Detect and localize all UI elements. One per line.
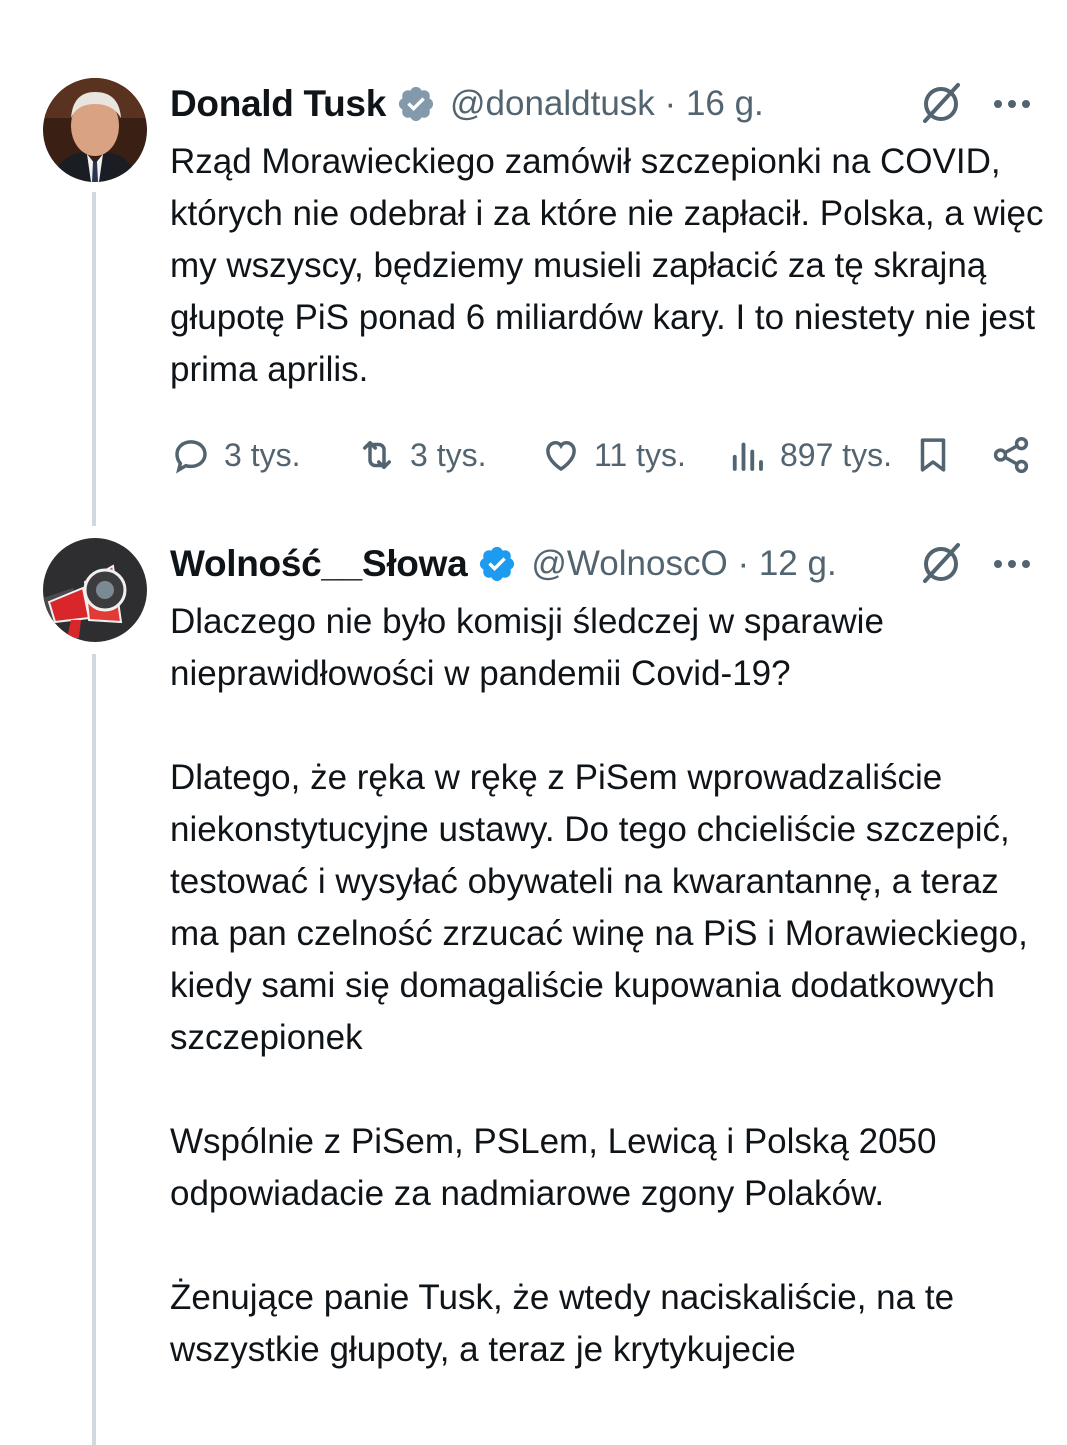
handle[interactable]: @donaldtusk — [450, 84, 655, 123]
reply-button[interactable]: 3 tys. — [170, 430, 300, 480]
repost-button[interactable]: 3 tys. — [356, 430, 486, 480]
tweet-header: Donald Tusk @donaldtusk · 16 g. — [170, 78, 764, 130]
verified-badge-icon[interactable] — [477, 544, 517, 584]
handle[interactable]: @WolnoscO — [531, 544, 727, 583]
thread-line — [92, 654, 96, 1445]
more-options-icon[interactable] — [992, 558, 1032, 570]
heart-icon — [546, 440, 576, 472]
more-options-icon[interactable] — [992, 98, 1032, 110]
tweet-actions: 3 tys. 3 tys. 11 tys. 897 tys. — [170, 430, 1040, 480]
reply-count: 3 tys. — [224, 436, 301, 473]
tweet-header: Wolność__Słowa @WolnoscO · 12 g. — [170, 538, 837, 590]
grok-icon[interactable] — [918, 540, 964, 586]
separator: · — [664, 84, 677, 123]
repost-icon — [363, 441, 391, 469]
share-button[interactable] — [990, 430, 1032, 480]
repost-count: 3 tys. — [410, 436, 487, 473]
avatar[interactable] — [43, 538, 147, 642]
handle-time: @donaldtusk · 16 g. — [450, 84, 764, 124]
views-icon — [732, 442, 763, 471]
tweet-text: Dlaczego nie było komisji śledczej w spa… — [170, 602, 1028, 1369]
share-icon — [993, 436, 1029, 474]
like-button[interactable]: 11 tys. — [540, 430, 686, 480]
author-name[interactable]: Donald Tusk — [170, 83, 386, 125]
verified-badge-icon[interactable] — [396, 84, 436, 124]
separator: · — [737, 544, 750, 583]
timestamp[interactable]: 16 g. — [686, 84, 764, 123]
reply-icon — [175, 440, 207, 474]
avatar[interactable] — [43, 78, 147, 182]
timestamp[interactable]: 12 g. — [759, 544, 837, 583]
thread-line — [92, 192, 96, 526]
bookmark-button[interactable] — [912, 430, 954, 480]
handle-time: @WolnoscO · 12 g. — [531, 544, 836, 584]
views-count: 897 tys. — [780, 436, 893, 473]
grok-icon[interactable] — [918, 80, 964, 126]
bookmark-icon — [920, 438, 946, 472]
tweet-text: Rząd Morawieckiego zamówił szczepionki n… — [170, 142, 1054, 389]
author-name[interactable]: Wolność__Słowa — [170, 543, 468, 585]
views-button[interactable]: 897 tys. — [726, 430, 892, 480]
like-count: 11 tys. — [594, 436, 686, 473]
